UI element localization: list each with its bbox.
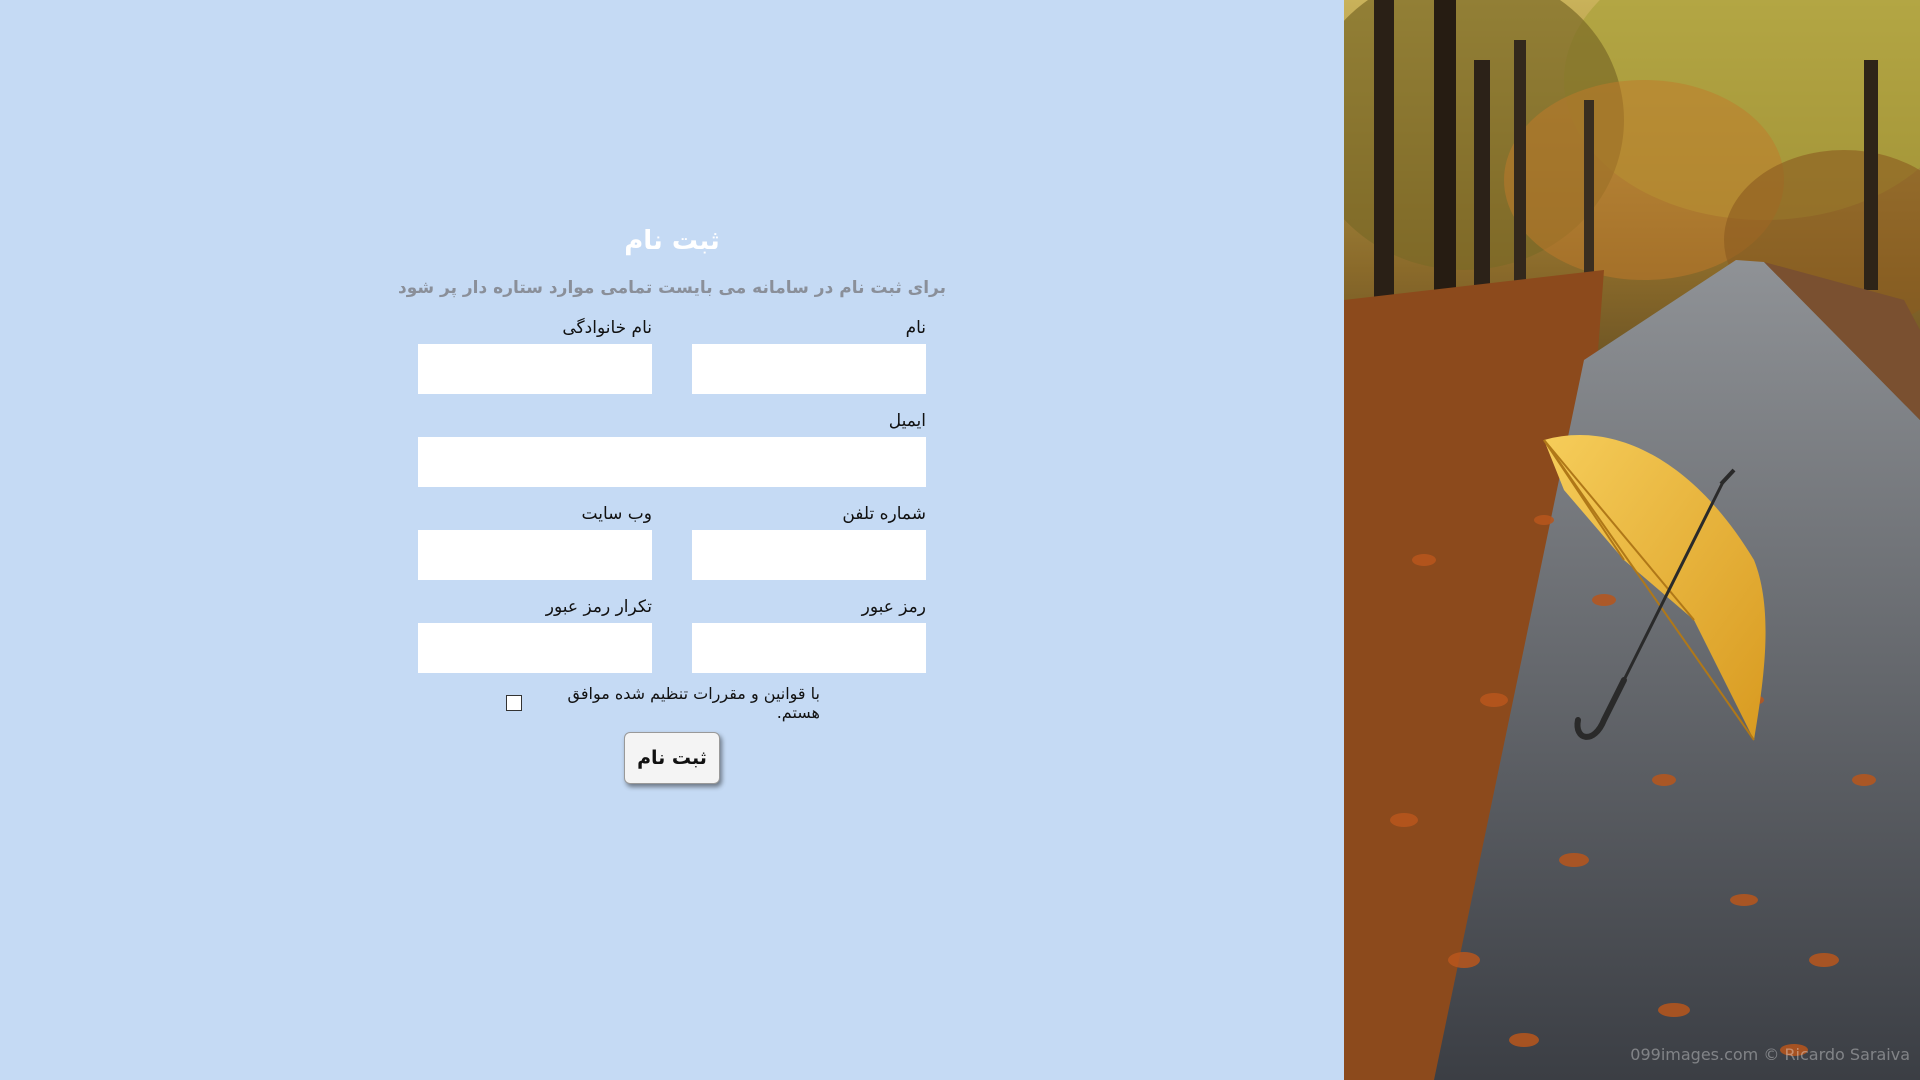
autumn-road-image [1344,0,1920,1080]
terms-row: با قوانین و مقررات تنظیم شده موافق هستم. [500,684,820,722]
register-button[interactable]: ثبت نام [624,732,720,784]
form-subtitle: برای ثبت نام در سامانه می بایست تمامی مو… [398,278,946,298]
password-repeat-input[interactable] [418,623,652,673]
photo-watermark: 099images.com © Ricardo Saraiva [1630,1045,1910,1064]
website-label: وب سایت [581,504,652,524]
last-name-label: نام خانوادگی [562,318,652,338]
phone-label: شماره تلفن [842,504,926,524]
password-repeat-label: تکرار رمز عبور [545,597,652,617]
email-input[interactable] [418,437,926,487]
password-label: رمز عبور [861,597,926,617]
terms-checkbox[interactable] [506,695,522,711]
phone-input[interactable] [692,530,926,580]
password-input[interactable] [692,623,926,673]
last-name-input[interactable] [418,344,652,394]
form-title: ثبت نام [624,226,720,256]
email-label: ایمیل [888,411,926,431]
autumn-road-photo: 099images.com © Ricardo Saraiva [1344,0,1920,1080]
first-name-input[interactable] [692,344,926,394]
first-name-label: نام [905,318,926,338]
terms-label: با قوانین و مقررات تنظیم شده موافق هستم. [567,684,820,722]
website-input[interactable] [418,530,652,580]
registration-panel: ثبت نام برای ثبت نام در سامانه می بایست … [0,0,1344,1080]
